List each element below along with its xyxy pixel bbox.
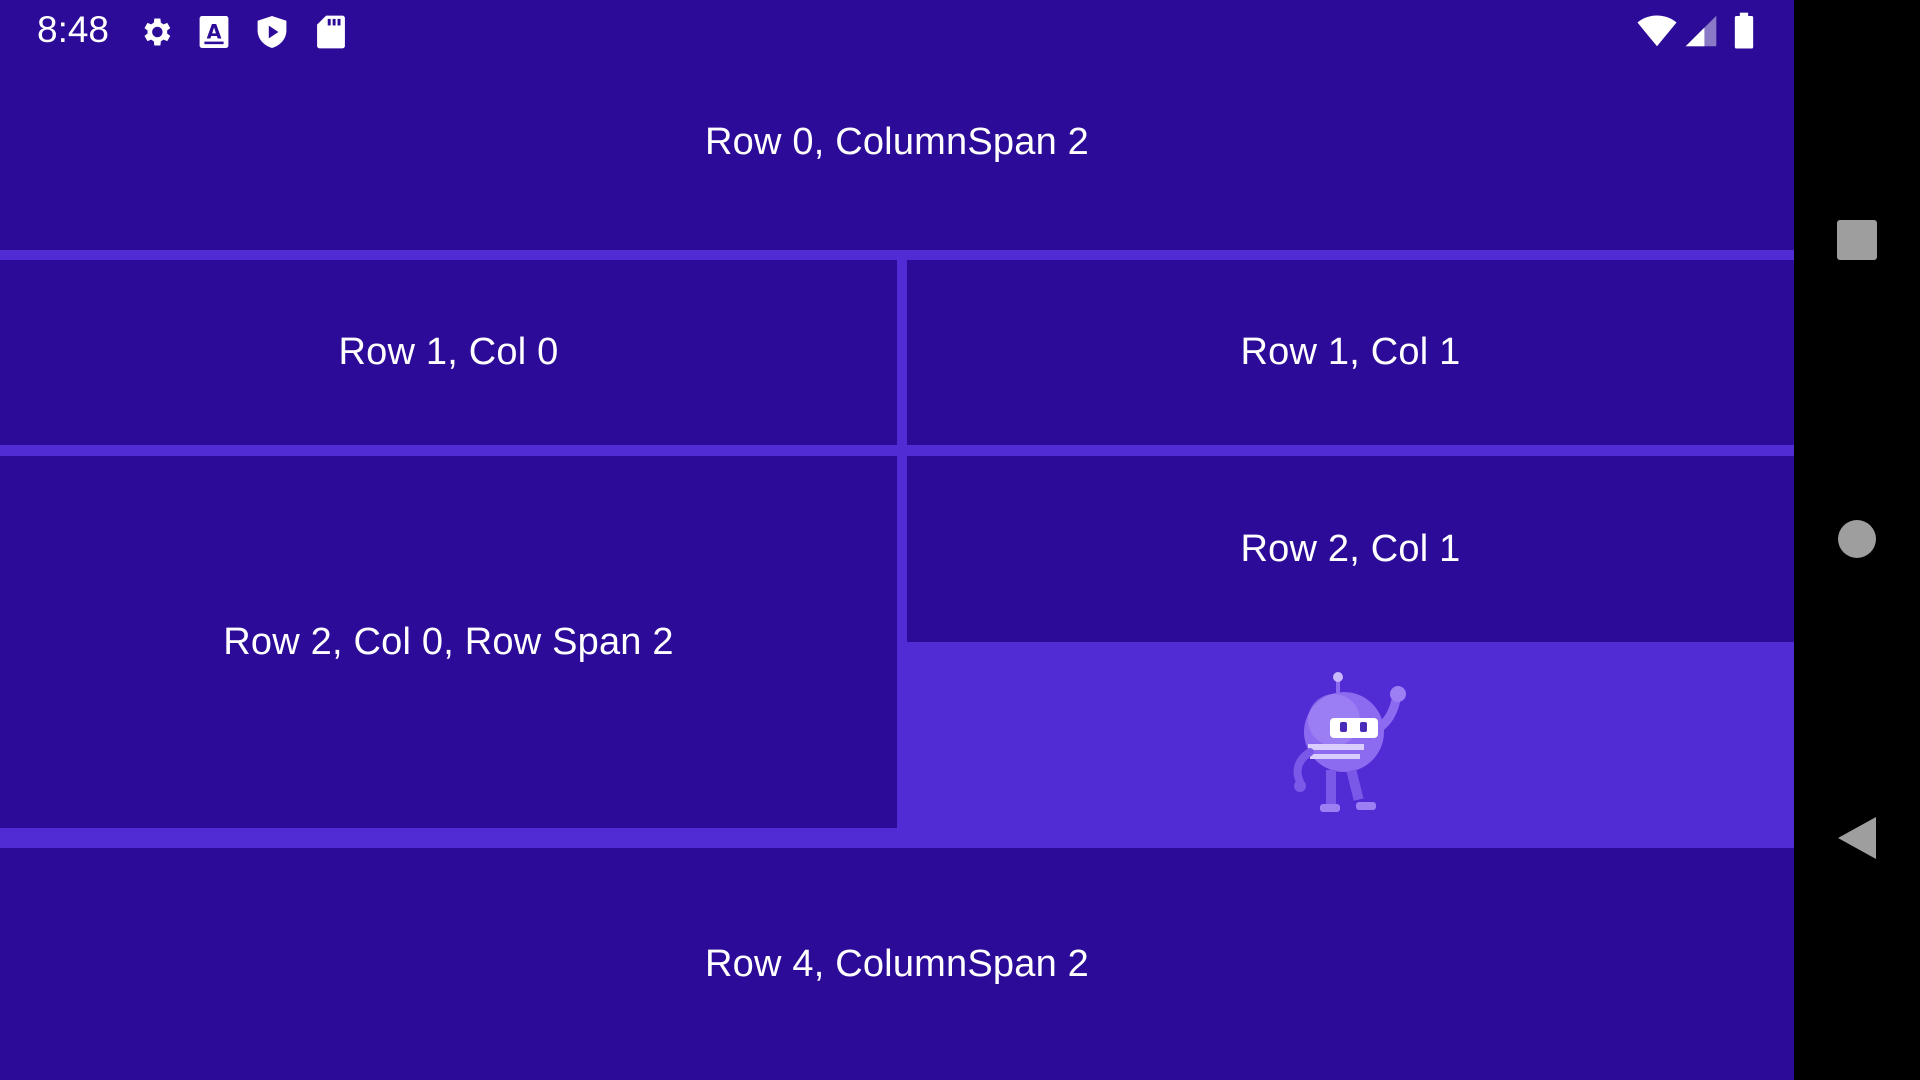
app-screen: Row 0, ColumnSpan 2 Row 1, Col 0 Row 1, … [0, 0, 1794, 1080]
sd-card-icon [317, 15, 345, 49]
wifi-icon [1637, 15, 1677, 47]
status-bar: 8:48 A [0, 0, 1794, 64]
cell-row4-columnspan2: Row 4, ColumnSpan 2 [0, 848, 1794, 1080]
cell-label: Row 4, ColumnSpan 2 [704, 942, 1089, 985]
cell-label: Row 1, Col 0 [338, 331, 559, 373]
cell-label: Row 2, Col 0, Row Span 2 [223, 620, 674, 663]
recents-square-icon [1837, 220, 1877, 260]
text-a-icon: A [199, 16, 229, 48]
settings-icon [144, 18, 171, 46]
cell-signal-icon [1685, 15, 1717, 47]
status-time: 8:48 [37, 9, 110, 50]
battery-icon [1734, 12, 1754, 49]
cell-row2-col0-rowspan2: Row 2, Col 0, Row Span 2 [0, 456, 897, 828]
image-cell [907, 642, 1794, 848]
home-circle-icon [1838, 520, 1876, 558]
cell-row2-col1: Row 2, Col 1 [907, 456, 1794, 642]
home-button[interactable] [1794, 479, 1920, 599]
cell-label: Row 1, Col 1 [1240, 331, 1461, 373]
cell-row1-col1: Row 1, Col 1 [907, 260, 1794, 445]
cell-row1-col0: Row 1, Col 0 [0, 260, 897, 445]
back-triangle-icon [1838, 817, 1876, 859]
dotnet-bot-icon [1293, 672, 1406, 812]
navigation-bar [1794, 0, 1920, 1080]
cell-label: Row 2, Col 1 [1240, 527, 1461, 570]
shield-play-icon [257, 16, 287, 48]
cell-label: Row 0, ColumnSpan 2 [704, 120, 1089, 163]
back-button[interactable] [1794, 778, 1920, 898]
recents-button[interactable] [1794, 180, 1920, 300]
svg-text:A: A [207, 20, 222, 43]
